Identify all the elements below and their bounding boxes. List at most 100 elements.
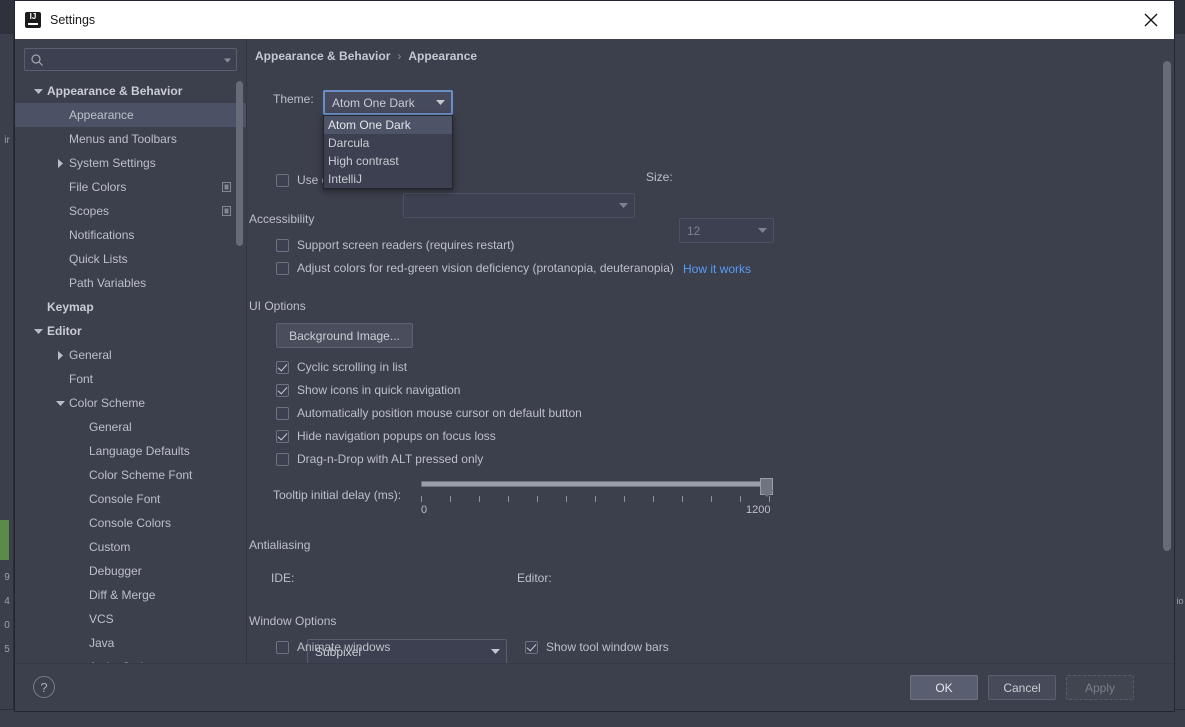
chevron-down-icon[interactable] <box>53 396 67 410</box>
sidebar-item-console-font[interactable]: Console Font <box>15 487 246 511</box>
font-size-combobox[interactable]: 12 <box>679 218 774 243</box>
sidebar-item-color-scheme[interactable]: Color Scheme <box>15 391 246 415</box>
sidebar-item-general[interactable]: General <box>15 343 246 367</box>
sidebar-item-custom[interactable]: Custom <box>15 535 246 559</box>
use-custom-font-label: Use c <box>297 173 328 187</box>
sidebar-item-color-scheme-font[interactable]: Color Scheme Font <box>15 463 246 487</box>
show-icons-quick-nav-label: Show icons in quick navigation <box>297 383 461 397</box>
sidebar-item-diff-merge[interactable]: Diff & Merge <box>15 583 246 607</box>
ide-left-text: ir <box>4 135 10 146</box>
breadcrumb-parent[interactable]: Appearance & Behavior <box>255 49 390 63</box>
sidebar-item-path-variables[interactable]: Path Variables <box>15 271 246 295</box>
tooltip-delay-slider[interactable]: 0 1200 <box>421 478 774 518</box>
sidebar-item-scopes[interactable]: Scopes <box>15 199 246 223</box>
checkbox-box <box>276 429 289 443</box>
sidebar-item-quick-lists[interactable]: Quick Lists <box>15 247 246 271</box>
background-image-button[interactable]: Background Image... <box>276 323 413 348</box>
theme-option-darcula[interactable]: Darcula <box>324 134 452 152</box>
sidebar-item-console-colors[interactable]: Console Colors <box>15 511 246 535</box>
slider-tick <box>450 496 451 502</box>
ui-options-section-title: UI Options <box>249 299 306 313</box>
sidebar-item-keymap[interactable]: Keymap <box>15 295 246 319</box>
show-icons-quick-nav-checkbox[interactable]: Show icons in quick navigation <box>276 383 460 397</box>
how-it-works-link[interactable]: How it works <box>683 262 751 276</box>
search-input[interactable] <box>44 52 224 67</box>
use-custom-font-checkbox[interactable]: Use c <box>276 173 328 187</box>
breadcrumb-separator: › <box>397 49 402 63</box>
close-icon[interactable] <box>1128 1 1174 39</box>
screen-root: ir 9 4 0 5 io Settings <box>0 0 1185 727</box>
chevron-down-icon[interactable] <box>31 84 45 98</box>
theme-option-intellij[interactable]: IntelliJ <box>324 170 452 188</box>
slider-tick <box>537 496 538 502</box>
support-screen-readers-checkbox[interactable]: Support screen readers (requires restart… <box>276 238 514 252</box>
custom-font-combobox[interactable] <box>403 193 635 218</box>
sidebar-item-system-settings[interactable]: System Settings <box>15 151 246 175</box>
cyclic-scrolling-checkbox[interactable]: Cyclic scrolling in list <box>276 360 407 374</box>
sidebar-item-menus-and-toolbars[interactable]: Menus and Toolbars <box>15 127 246 151</box>
support-screen-readers-label: Support screen readers (requires restart… <box>297 238 515 252</box>
slider-thumb[interactable] <box>760 478 774 497</box>
appearance-settings-content: Theme: Atom One Dark Use c Size: 12 Atom… <box>247 75 1162 663</box>
ide-line-number: 5 <box>4 644 10 655</box>
slider-tick <box>624 496 625 502</box>
sidebar-item-file-colors[interactable]: File Colors <box>15 175 246 199</box>
sidebar-item-editor[interactable]: Editor <box>15 319 246 343</box>
slider-tick <box>653 496 654 502</box>
sidebar-item-label: Appearance & Behavior <box>47 84 183 98</box>
theme-dropdown-popup[interactable]: Atom One Dark Darcula High contrast Intelli… <box>323 115 453 189</box>
checkbox-box <box>276 452 289 466</box>
chevron-right-icon[interactable] <box>53 348 67 362</box>
ide-line-number: 0 <box>4 620 10 631</box>
sidebar-item-debugger[interactable]: Debugger <box>15 559 246 583</box>
auto-position-cursor-checkbox[interactable]: Automatically position mouse cursor on d… <box>276 406 582 420</box>
theme-option-atom-one-dark[interactable]: Atom One Dark <box>324 116 452 134</box>
theme-combobox[interactable]: Atom One Dark <box>323 90 453 115</box>
show-tool-window-bars-checkbox[interactable]: Show tool window bars <box>525 640 669 654</box>
adjust-colors-deficiency-checkbox[interactable]: Adjust colors for red-green vision defic… <box>276 261 674 275</box>
cancel-button[interactable]: Cancel <box>988 675 1056 700</box>
sidebar-item-label: Keymap <box>47 300 94 314</box>
slider-tick <box>711 496 712 502</box>
theme-row: Theme: <box>273 92 314 106</box>
sidebar-item-java[interactable]: Java <box>15 631 246 655</box>
sidebar-item-label: Quick Lists <box>69 252 128 266</box>
sidebar-scrollbar[interactable] <box>236 81 243 246</box>
sidebar-item-general[interactable]: General <box>15 415 246 439</box>
drag-n-drop-alt-checkbox[interactable]: Drag-n-Drop with ALT pressed only <box>276 452 483 466</box>
theme-option-high-contrast[interactable]: High contrast <box>324 152 452 170</box>
breadcrumb-current: Appearance <box>408 49 478 63</box>
content-scrollbar[interactable] <box>1163 61 1171 551</box>
ide-line-number: 4 <box>4 596 10 607</box>
sidebar-item-appearance[interactable]: Appearance <box>15 103 246 127</box>
checkbox-box <box>276 406 289 420</box>
help-icon[interactable]: ? <box>33 676 55 698</box>
sidebar-item-notifications[interactable]: Notifications <box>15 223 246 247</box>
search-dropdown-arrow[interactable] <box>224 51 231 69</box>
sidebar-item-appearance-behavior[interactable]: Appearance & Behavior <box>15 79 246 103</box>
chevron-down-icon[interactable] <box>31 324 45 338</box>
settings-tree[interactable]: Appearance & Behavior Appearance Menus and… <box>15 79 246 663</box>
sidebar-search[interactable] <box>24 48 237 71</box>
sidebar-item-actionscript[interactable]: ActionScript <box>15 655 246 663</box>
ok-button[interactable]: OK <box>910 675 978 700</box>
sidebar-item-vcs[interactable]: VCS <box>15 607 246 631</box>
checkbox-box <box>276 261 289 275</box>
sidebar-item-label: Font <box>69 372 94 386</box>
sidebar-item-label: Console Font <box>89 492 161 506</box>
hide-nav-popups-checkbox[interactable]: Hide navigation popups on focus loss <box>276 429 496 443</box>
dialog-footer: ? OK Cancel Apply <box>15 663 1174 711</box>
animate-windows-checkbox[interactable]: Animate windows <box>276 640 390 654</box>
sidebar-item-label: Java <box>89 636 115 650</box>
sidebar-item-language-defaults[interactable]: Language Defaults <box>15 439 246 463</box>
chevron-right-icon[interactable] <box>53 156 67 170</box>
sidebar-item-font[interactable]: Font <box>15 367 246 391</box>
